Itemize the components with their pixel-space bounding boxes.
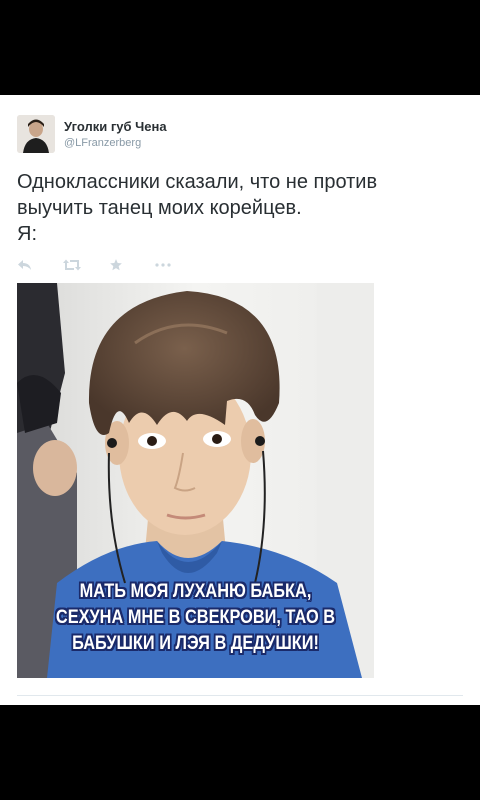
favorite-button[interactable]: [109, 255, 155, 275]
meme-caption-line: МАТЬ МОЯ ЛУХАНЮ БАБКА,: [79, 581, 312, 602]
tweet-line: Одноклассники сказали, что не против: [17, 171, 378, 193]
tweet-media[interactable]: МАТЬ МОЯ ЛУХАНЮ БАБКА, СЕХУНА МНЕ В СВЕК…: [17, 283, 374, 678]
meme-caption-line: БАБУШКИ И ЛЭЯ В ДЕДУШКИ!: [72, 633, 319, 654]
tweet-line: Я:: [17, 223, 37, 245]
tweet-line: выучить танец моих корейцев.: [17, 197, 302, 219]
avatar[interactable]: [17, 115, 55, 153]
retweet-button[interactable]: [63, 255, 109, 275]
reply-icon: [18, 260, 31, 270]
reply-button[interactable]: [17, 255, 63, 275]
star-icon: [110, 259, 122, 271]
more-button[interactable]: [155, 255, 201, 275]
divider: [17, 695, 463, 696]
more-icon: [155, 263, 171, 267]
meme-caption-line: СЕХУНА МНЕ В СВЕКРОВИ, ТАО В: [55, 607, 336, 628]
tweet-card: Уголки губ Чена @LFranzerberg Одноклассн…: [0, 95, 480, 705]
author-name[interactable]: Уголки губ Чена: [64, 119, 167, 134]
retweet-icon: [63, 259, 81, 271]
tweet-actions: [17, 255, 201, 275]
author-handle[interactable]: @LFranzerberg: [64, 137, 141, 149]
tweet-text: Одноклассники сказали, что не против выу…: [17, 169, 467, 247]
